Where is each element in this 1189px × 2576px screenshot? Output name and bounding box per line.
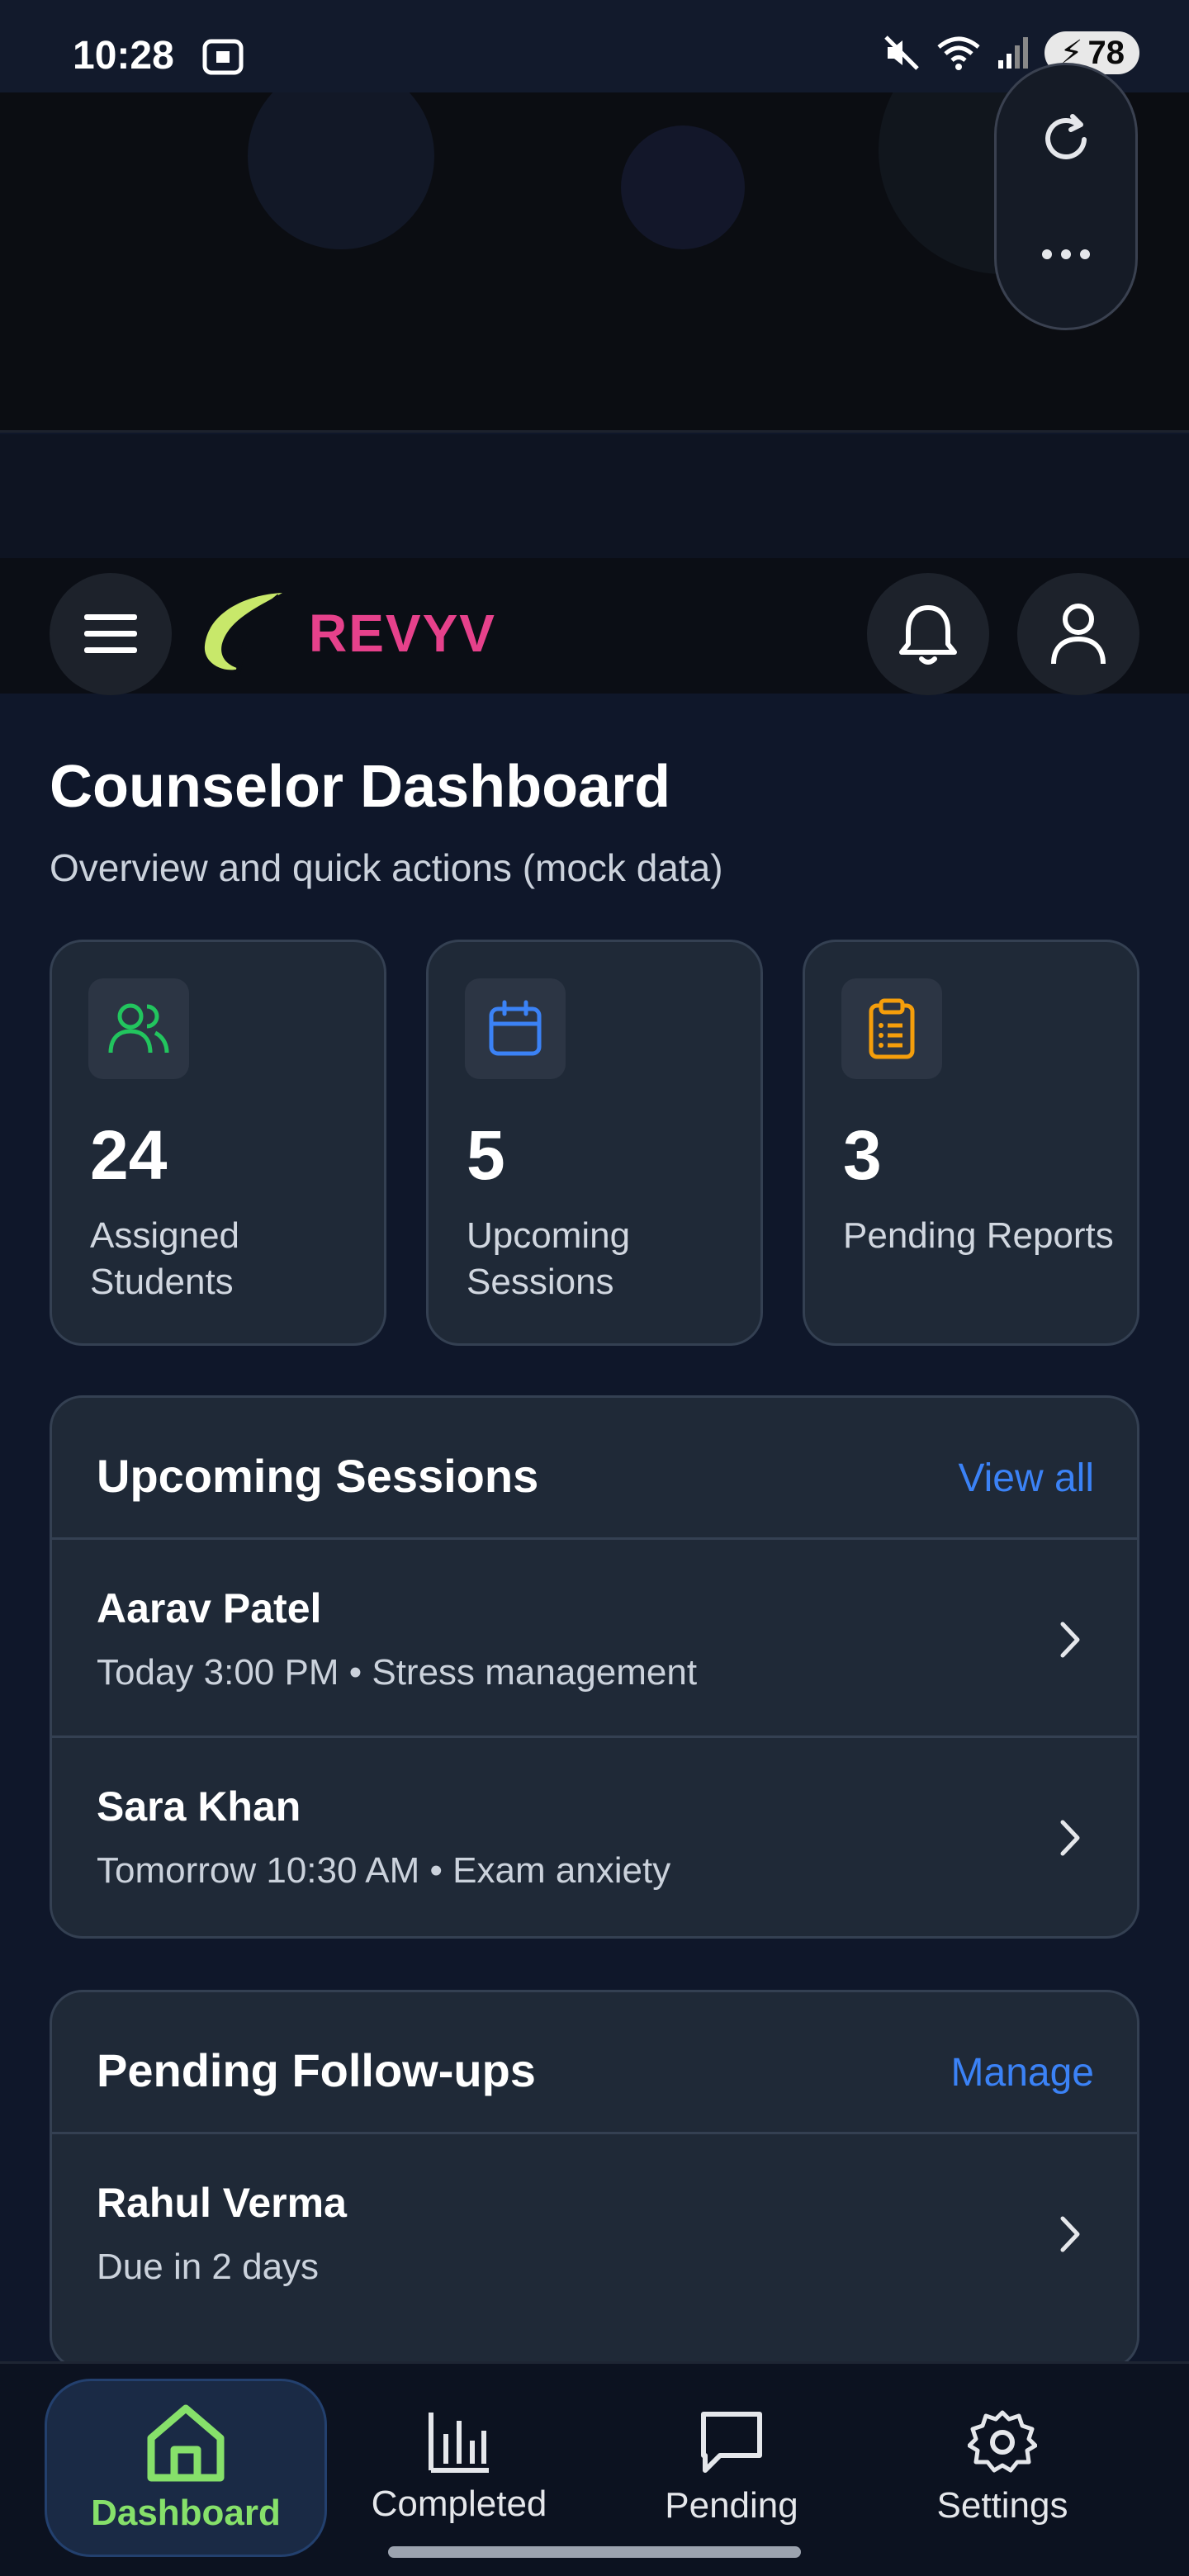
decor-blob [621, 125, 745, 249]
screenshot-icon [202, 39, 244, 75]
profile-button[interactable] [1017, 573, 1139, 695]
floating-controls [994, 63, 1138, 330]
bar-chart-icon [429, 2413, 489, 2473]
stat-value: 5 [467, 1116, 505, 1194]
refresh-button[interactable] [1025, 98, 1107, 181]
session-row[interactable]: Aarav Patel Today 3:00 PM • Stress manag… [52, 1540, 1137, 1738]
status-icons: ⚡ 78 [883, 31, 1139, 74]
more-button[interactable] [1025, 213, 1107, 296]
nav-dashboard[interactable]: Dashboard [45, 2379, 327, 2557]
student-name: Sara Khan [97, 1783, 301, 1830]
stat-card-upcoming-sessions[interactable]: 5 Upcoming Sessions [426, 940, 763, 1346]
pending-followups-panel: Pending Follow-ups Manage Rahul Verma Du… [50, 1990, 1139, 2370]
status-time: 10:28 [73, 34, 174, 78]
panel-title: Pending Follow-ups [97, 2044, 536, 2096]
app-header [0, 558, 1189, 694]
upcoming-sessions-panel: Upcoming Sessions View all Aarav Patel T… [50, 1395, 1139, 1939]
signal-icon [998, 37, 1029, 69]
chevron-right-icon [1060, 2216, 1080, 2252]
refresh-icon [1045, 113, 1087, 159]
manage-link[interactable]: Manage [951, 2050, 1094, 2095]
stat-label: Upcoming Sessions [467, 1215, 631, 1302]
decor-blob [248, 92, 434, 249]
nav-settings[interactable]: Settings [864, 2380, 1141, 2554]
followup-detail: Due in 2 days [97, 2247, 320, 2287]
stat-icon-box [88, 978, 189, 1079]
session-detail: Tomorrow 10:30 AM • Exam anxiety [97, 1850, 671, 1891]
session-detail: Today 3:00 PM • Stress management [97, 1652, 698, 1693]
stat-label: Assigned Students [90, 1215, 240, 1302]
stat-card-assigned-students[interactable]: 24 Assigned Students [50, 940, 386, 1346]
panel-header: Upcoming Sessions View all [52, 1398, 1137, 1540]
message-icon [701, 2412, 762, 2473]
notifications-button[interactable] [867, 573, 989, 695]
brand-name: REVYV [309, 604, 496, 663]
nav-pending[interactable]: Pending [593, 2380, 870, 2554]
users-icon [108, 1003, 169, 1054]
stat-label: Pending Reports [843, 1215, 1114, 1256]
view-all-link[interactable]: View all [958, 1456, 1094, 1501]
page-title: Counselor Dashboard [50, 754, 671, 820]
followup-row[interactable]: Rahul Verma Due in 2 days [52, 2134, 1137, 2332]
gear-icon [968, 2410, 1037, 2473]
session-row[interactable]: Sara Khan Tomorrow 10:30 AM • Exam anxie… [52, 1738, 1137, 1936]
bell-icon [899, 605, 957, 665]
nav-label: Settings [936, 2485, 1068, 2526]
brand-logo-icon [204, 593, 282, 676]
stat-value: 24 [90, 1116, 168, 1194]
nav-label: Completed [371, 2484, 547, 2524]
user-icon [1051, 604, 1106, 665]
mute-icon [884, 36, 920, 70]
battery-level: 78 [1087, 34, 1125, 71]
stat-icon-box [465, 978, 566, 1079]
status-bar: 10:28 ⚡ 78 [0, 0, 1189, 92]
clipboard-icon [869, 998, 915, 1059]
home-icon [147, 2404, 225, 2482]
wifi-icon [937, 36, 981, 70]
page-subtitle: Overview and quick actions (mock data) [50, 846, 723, 889]
student-name: Aarav Patel [97, 1585, 322, 1631]
nav-completed[interactable]: Completed [320, 2380, 598, 2554]
bottom-nav: Dashboard Completed Pending Settings [0, 2361, 1189, 2576]
stat-card-pending-reports[interactable]: 3 Pending Reports [803, 940, 1139, 1346]
calendar-icon [489, 1000, 542, 1056]
hamburger-icon [84, 614, 137, 653]
nav-label: Pending [665, 2485, 798, 2526]
menu-button[interactable] [50, 573, 172, 695]
panel-title: Upcoming Sessions [97, 1450, 539, 1502]
nav-label: Dashboard [91, 2493, 281, 2533]
panel-header: Pending Follow-ups Manage [52, 1992, 1137, 2134]
stat-value: 3 [843, 1116, 882, 1194]
home-indicator[interactable] [388, 2546, 801, 2558]
more-icon [1042, 249, 1090, 259]
chevron-right-icon [1060, 1820, 1080, 1856]
chevron-right-icon [1060, 1622, 1080, 1658]
stat-icon-box [841, 978, 942, 1079]
student-name: Rahul Verma [97, 2180, 347, 2226]
